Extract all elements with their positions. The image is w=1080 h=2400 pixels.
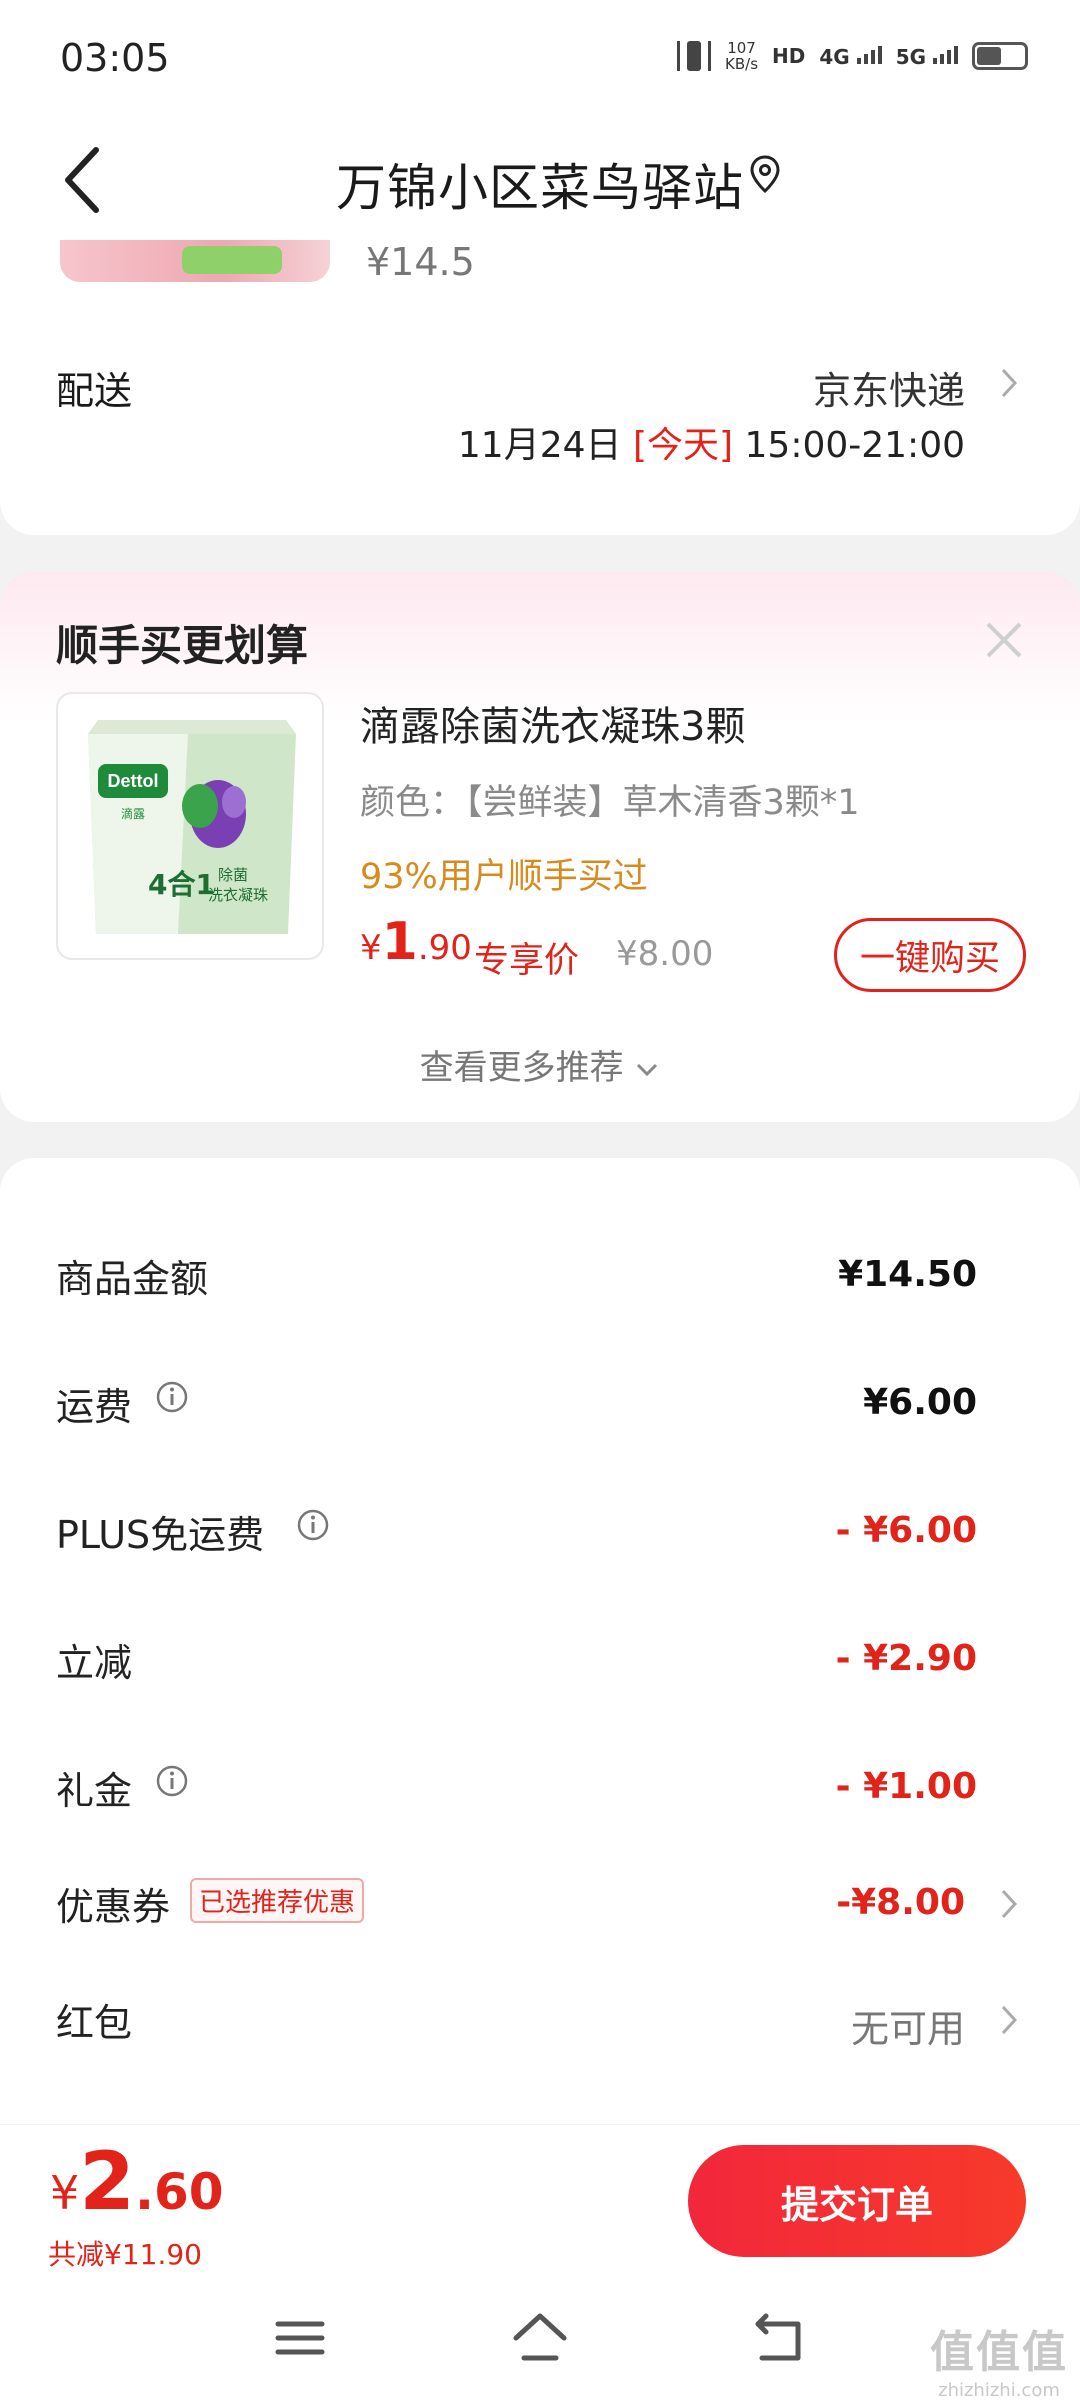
signal-5g-icon: 5G	[896, 44, 958, 69]
chevron-down-icon	[637, 1063, 658, 1077]
menu-icon[interactable]	[270, 2308, 330, 2368]
chevron-right-icon[interactable]	[998, 365, 1020, 401]
hd-icon: HD	[772, 44, 806, 68]
more-recommendations-link[interactable]: 查看更多推荐	[0, 1040, 1080, 1089]
back-nav-icon[interactable]	[750, 2308, 810, 2368]
product-price: ¥14.5	[366, 240, 475, 284]
recommended-product-image[interactable]: Dettol 滴露 4合1 除菌 洗衣凝珠	[56, 692, 324, 960]
home-icon[interactable]	[510, 2308, 570, 2368]
info-icon[interactable]	[296, 1508, 330, 1542]
battery-icon	[972, 42, 1028, 70]
svg-text:Dettol: Dettol	[108, 771, 159, 791]
checkout-bar: ¥2.60 共减¥11.90 提交订单	[0, 2124, 1080, 2274]
recommended-product-spec: 颜色：【尝鲜装】草木清香3颗*1	[360, 783, 860, 823]
page-title: 万锦小区菜鸟驿站	[336, 159, 744, 217]
location-pin-icon[interactable]	[748, 154, 782, 194]
vibrate-icon	[677, 41, 712, 71]
delivery-carrier[interactable]: 京东快递	[813, 360, 965, 415]
status-bar: 03:05 107 KB/s HD 4G 5G	[0, 0, 1080, 120]
recommendation-card: 顺手买更划算 Dettol 滴露 4合1 除菌 洗衣凝珠 滴露除菌洗衣凝珠3颗 …	[0, 572, 1080, 1122]
summary-row-plus-free-shipping: PLUS免运费 - ¥6.00	[56, 1508, 977, 1557]
svg-text:4合1: 4合1	[148, 868, 215, 901]
svg-text:洗衣凝珠: 洗衣凝珠	[208, 886, 268, 904]
watermark-logo: 值值值 zhizhizhi.com	[930, 2327, 1068, 2400]
svg-text:除菌: 除菌	[218, 866, 248, 884]
exclusive-price-label: 专享价	[474, 941, 580, 981]
social-proof-text: 93%用户顺手买过	[360, 857, 648, 897]
info-icon[interactable]	[155, 1764, 189, 1798]
summary-row-shipping: 运费 ¥6.00	[56, 1380, 977, 1429]
summary-row-coupon[interactable]: 优惠券 已选推荐优惠 -¥8.00	[0, 1866, 1080, 1946]
network-speed: 107 KB/s	[725, 39, 759, 73]
summary-row-instant-discount: 立减 - ¥2.90	[56, 1638, 977, 1685]
page-header: 万锦小区菜鸟驿站	[0, 120, 1080, 240]
delivery-label: 配送	[56, 369, 133, 413]
chevron-right-icon	[1001, 1889, 1018, 1919]
info-icon[interactable]	[155, 1380, 189, 1414]
svg-text:滴露: 滴露	[121, 806, 145, 821]
order-item-card: ¥14.5 配送 京东快递 11月24日 [今天] 15:00-21:00	[0, 240, 1080, 535]
chevron-right-icon	[1001, 2005, 1018, 2035]
recommended-product-price: ¥1.90	[360, 912, 472, 972]
delivery-time[interactable]: 11月24日 [今天] 15:00-21:00	[458, 416, 965, 468]
product-thumbnail	[60, 240, 330, 282]
original-price: ¥8.00	[616, 934, 714, 974]
recommended-product-name[interactable]: 滴露除菌洗衣凝珠3颗	[360, 694, 745, 752]
summary-row-red-packet[interactable]: 红包 无可用	[0, 1982, 1080, 2062]
summary-row-cash-gift: 礼金 - ¥1.00	[56, 1764, 977, 1813]
status-time: 03:05	[60, 36, 170, 80]
system-nav-bar	[0, 2274, 1080, 2400]
close-icon[interactable]	[982, 618, 1026, 662]
signal-4g-icon: 4G	[819, 44, 882, 69]
coupon-badge: 已选推荐优惠	[190, 1878, 365, 1923]
recommendation-title: 顺手买更划算	[56, 621, 309, 670]
detergent-pack-image: Dettol 滴露 4合1 除菌 洗衣凝珠	[88, 720, 296, 934]
one-click-buy-button[interactable]: 一键购买	[834, 918, 1026, 992]
summary-row-goods-amount: 商品金额 ¥14.50	[56, 1254, 977, 1301]
total-saved: 共减¥11.90	[48, 2238, 202, 2271]
status-icons: 107 KB/s HD 4G 5G	[677, 40, 1028, 72]
total-price: ¥2.60	[50, 2135, 224, 2228]
today-tag: [今天]	[632, 425, 734, 466]
submit-order-button[interactable]: 提交订单	[688, 2145, 1026, 2257]
